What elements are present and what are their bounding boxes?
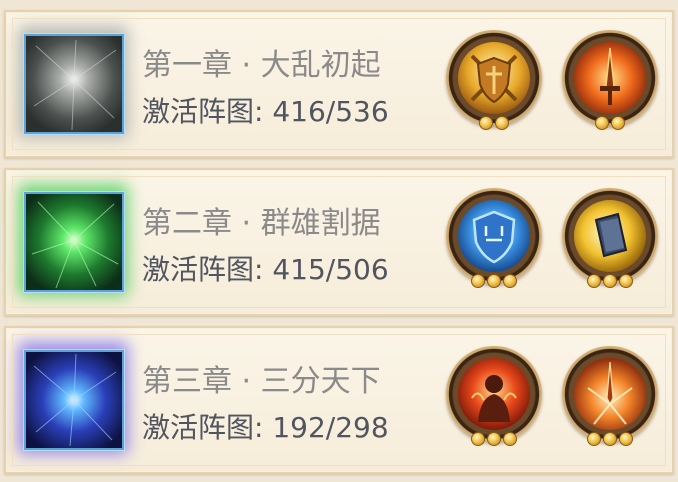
progress-value: 416/536 [272,95,389,128]
progress-label: 激活阵图: [142,253,264,286]
chapter-card-1[interactable]: 第一章 · 大乱初起 激活阵图: 416/536 [4,10,674,158]
star-rating [446,432,542,446]
chapter-3-medal-2[interactable] [562,346,662,456]
chapter-3-medal-1[interactable] [446,346,546,456]
chapter-1-progress: 激活阵图: 416/536 [142,90,389,130]
golden-tome-icon [574,200,646,272]
progress-value: 415/506 [272,253,389,286]
flaming-sword-icon [574,42,646,114]
chapter-card-2[interactable]: 第二章 · 群雄割据 激活阵图: 415/506 [4,168,674,316]
chapter-1-medal-1[interactable] [446,30,546,140]
chapter-1-title: 第一章 · 大乱初起 [142,48,381,83]
chapter-2-medal-2[interactable] [562,188,662,298]
sword-burst-icon [574,358,646,430]
flame-warrior-icon [458,358,530,430]
progress-label: 激活阵图: [142,95,264,128]
chapter-2-medal-1[interactable] [446,188,546,298]
chapter-3-title: 第三章 · 三分天下 [142,364,381,399]
star-rating [446,274,542,288]
chapter-3-progress: 激活阵图: 192/298 [142,406,389,446]
chapter-card-3[interactable]: 第三章 · 三分天下 激活阵图: 192/298 [4,326,674,474]
chapter-3-thumbnail [18,342,128,454]
star-rating [562,116,658,130]
chapter-1-medal-2[interactable] [562,30,662,140]
golden-shield-swords-icon [458,42,530,114]
star-rating [446,116,542,130]
star-rating [562,274,658,288]
progress-value: 192/298 [272,411,389,444]
progress-label: 激活阵图: [142,411,264,444]
blue-shield-icon [458,200,530,272]
star-rating [562,432,658,446]
chapter-2-title: 第二章 · 群雄割据 [142,206,381,241]
chapter-2-progress: 激活阵图: 415/506 [142,248,389,288]
chapter-2-thumbnail [18,184,128,296]
chapter-1-thumbnail [18,26,128,138]
